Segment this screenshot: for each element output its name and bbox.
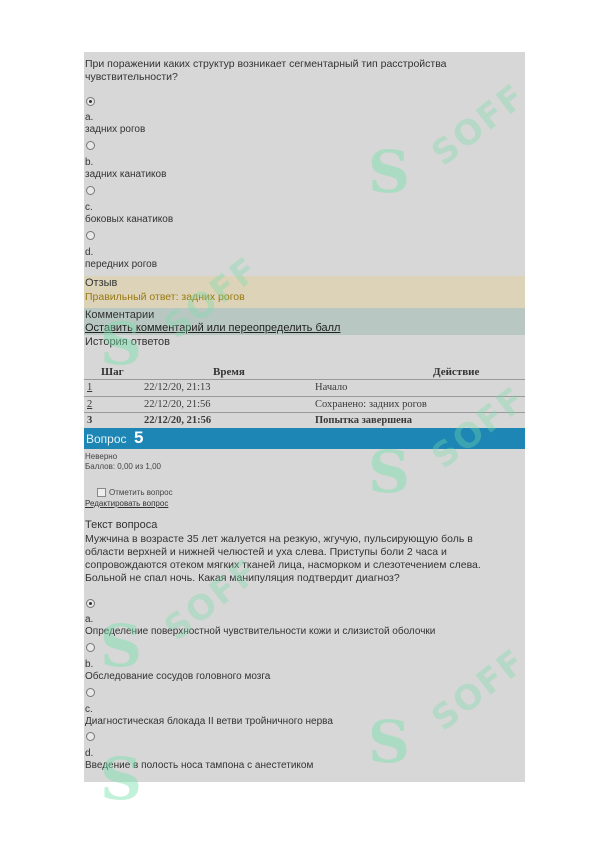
q4-option-b-letter: b. [85,157,94,168]
question-5-text-line-3: сопровождаются отеком мягких тканей лица… [85,559,481,571]
q5-option-a-letter: a. [85,614,94,625]
question-5-text-line-1: Мужчина в возрасте 35 лет жалуется на ре… [85,533,473,545]
history-label: История ответов [85,336,170,348]
flag-question-link[interactable]: Отметить вопрос [109,488,173,497]
history-row-divider [84,412,525,413]
feedback-label: Отзыв [85,277,118,289]
question-4-text-line-1: При поражении каких структур возникает с… [85,58,447,70]
q5-option-a-text: Определение поверхностной чувствительнос… [85,626,436,637]
history-header-step: Шаг [101,366,124,378]
q4-option-d-letter: d. [85,247,94,258]
q5-option-a-radio[interactable] [86,599,95,608]
q4-option-b-radio[interactable] [86,141,95,150]
q4-option-a-text: задних рогов [85,124,146,135]
question-5-number: 5 [134,428,144,447]
history-header-action: Действие [433,366,480,378]
question-5-text-line-2: области верхней и нижней челюстей и уха … [85,546,447,558]
q5-option-b-radio[interactable] [86,643,95,652]
question-5-text-heading: Текст вопроса [85,519,158,531]
feedback-correct-answer: Правильный ответ: задних рогов [85,291,245,303]
history-row-2-action: Сохранено: задних рогов [315,399,427,410]
q5-option-c-radio[interactable] [86,688,95,697]
feedback-box: Отзыв Правильный ответ: задних рогов [84,276,525,308]
history-row-1-action: Начало [315,382,348,393]
q4-option-b-text: задних канатиков [85,169,167,180]
question-5-status: Неверно [85,452,118,461]
q4-option-d-radio[interactable] [86,231,95,240]
question-5-text-line-4: Больной не спал ночь. Какая манипуляция … [85,572,400,584]
q5-option-b-text: Обследование сосудов головного мозга [85,671,271,682]
question-5-header-bar: Вопрос 5 [84,428,525,449]
history-row-3-time: 22/12/20, 21:56 [144,415,212,426]
history-header-time: Время [213,366,245,378]
comments-box: Комментарии Оставить комментарий или пер… [84,308,525,335]
q4-option-d-text: передних рогов [85,259,158,270]
q5-option-d-letter: d. [85,748,94,759]
question-5-label: Вопрос [86,432,127,446]
history-row-divider [84,396,525,397]
question-5-score: Баллов: 0,00 из 1,00 [85,462,161,471]
history-row-3-step: 3 [87,415,93,426]
q4-option-a-letter: a. [85,112,94,123]
history-row-2-time: 22/12/20, 21:56 [144,399,211,410]
q5-option-b-letter: b. [85,659,94,670]
flag-icon[interactable] [97,488,106,497]
q4-option-c-text: боковых канатиков [85,214,174,225]
q4-option-a-radio[interactable] [86,97,95,106]
history-row-1-time: 22/12/20, 21:13 [144,382,211,393]
q5-option-c-text: Диагностическая блокада II ветви тройнич… [85,716,333,727]
edit-question-link[interactable]: Редактировать вопрос [85,499,168,508]
q5-option-d-radio[interactable] [86,732,95,741]
history-row-1-step[interactable]: 1 [87,382,92,393]
q4-option-c-radio[interactable] [86,186,95,195]
comments-link[interactable]: Оставить комментарий или переопределить … [85,322,340,334]
history-header-divider [84,379,525,380]
q5-option-c-letter: c. [85,704,93,715]
history-row-2-step[interactable]: 2 [87,399,92,410]
q4-option-c-letter: c. [85,202,93,213]
question-4-text-line-2: чувствительности? [85,71,178,83]
history-row-3-action: Попытка завершена [315,415,413,426]
comments-label: Комментарии [85,309,155,321]
q5-option-d-text: Введение в полость носа тампона с анесте… [85,760,314,771]
